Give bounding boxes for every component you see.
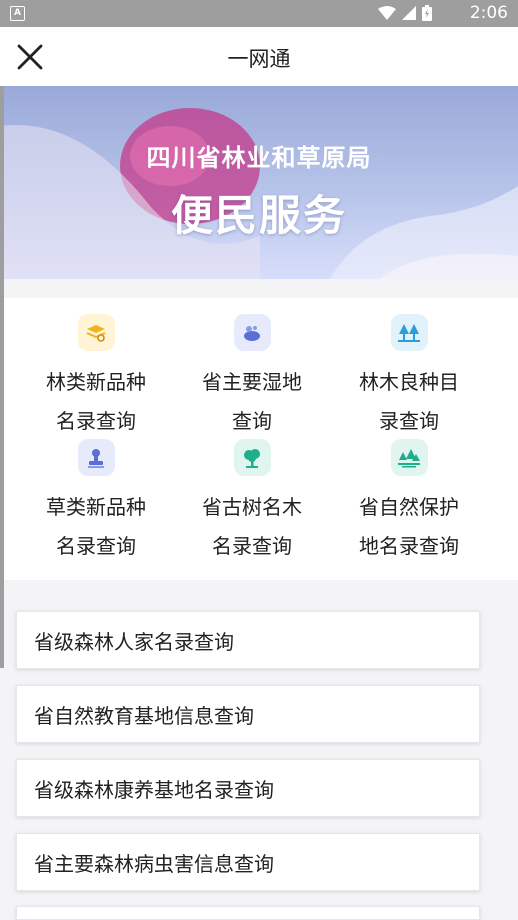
grid-item-wetland[interactable]: 省主要湿地 查询	[174, 314, 330, 441]
status-bar: A 2:06	[0, 0, 518, 27]
grid-item-label: 林木良种目	[359, 370, 459, 394]
status-icons	[378, 5, 432, 21]
reserve-icon	[390, 439, 428, 476]
list-item-forest-wellness[interactable]: 省级森林康养基地名录查询	[16, 759, 480, 817]
grid-item-label: 省主要湿地	[202, 370, 302, 394]
grid-item-label: 名录查询	[56, 534, 136, 558]
list-item-pest-info[interactable]: 省主要森林病虫害信息查询	[16, 833, 480, 891]
grid-item-label: 林类新品种	[46, 370, 146, 394]
grid-item-label: 查询	[232, 409, 272, 433]
grid-item-grass-variety[interactable]: 草类新品种 名录查询	[18, 439, 174, 566]
app-bar: 一网通	[0, 27, 518, 86]
grid-item-label: 草类新品种	[46, 495, 146, 519]
wetland-icon	[233, 314, 271, 351]
layers-search-icon	[77, 314, 115, 351]
list-item-nature-education[interactable]: 省自然教育基地信息查询	[16, 685, 480, 743]
grid-item-label: 省古树名木	[202, 495, 302, 519]
list-item-label: 省级森林康养基地名录查询	[34, 778, 274, 802]
list-item-partial[interactable]	[16, 906, 480, 920]
list-item-label: 省级森林人家名录查询	[34, 630, 234, 654]
wifi-icon	[378, 6, 396, 20]
signal-icon	[402, 6, 416, 20]
grid-item-label: 录查询	[379, 409, 439, 433]
service-grid: 林类新品种 名录查询 省主要湿地 查询 林木良种目 录查询 草类新品种 名录查询 省古树…	[4, 298, 518, 580]
page-title: 一网通	[227, 47, 291, 71]
banner: 四川省林业和草原局 便民服务	[0, 86, 518, 279]
notification-app-icon: A	[10, 6, 25, 21]
grid-item-label: 名录查询	[212, 534, 292, 558]
clock: 2:06	[469, 3, 508, 23]
list-item-label: 省自然教育基地信息查询	[34, 704, 254, 728]
grid-item-nature-reserve[interactable]: 省自然保护地名录查询	[331, 439, 487, 566]
list-item-label: 省主要森林病虫害信息查询	[34, 852, 274, 876]
grid-item-label: 省自然保护	[359, 495, 459, 519]
stamp-icon	[77, 439, 115, 476]
grid-item-label: 名录查询	[56, 409, 136, 433]
grid-item-seed-catalog[interactable]: 林木良种目 录查询	[331, 314, 487, 441]
banner-title: 便民服务	[170, 191, 347, 240]
battery-icon	[422, 5, 432, 21]
ancient-tree-icon	[233, 439, 271, 476]
grid-item-ancient-trees[interactable]: 省古树名木 名录查询	[174, 439, 330, 566]
list-item-forest-family[interactable]: 省级森林人家名录查询	[16, 611, 480, 669]
forest-icon	[390, 314, 428, 351]
banner-subtitle: 四川省林业和草原局	[146, 144, 372, 172]
grid-item-forest-variety[interactable]: 林类新品种 名录查询	[18, 314, 174, 441]
grid-item-label: 地名录查询	[359, 534, 459, 558]
